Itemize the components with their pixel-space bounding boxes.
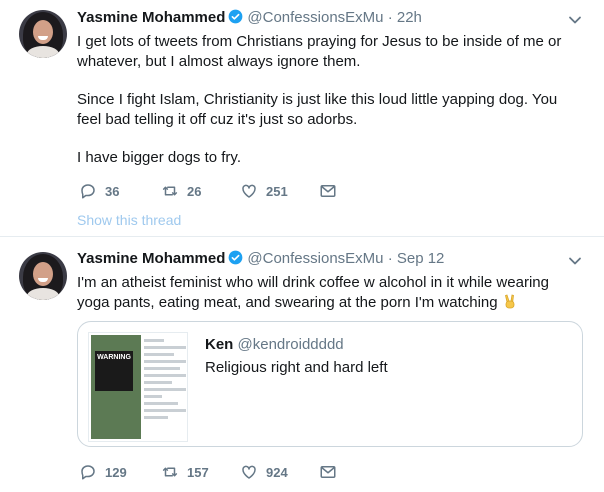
reply-button[interactable]: 129	[79, 463, 127, 481]
show-thread-link[interactable]: Show this thread	[77, 212, 181, 228]
direct-message-button[interactable]	[319, 182, 345, 200]
reply-button[interactable]: 36	[79, 182, 119, 200]
like-icon	[242, 184, 256, 198]
victory-hand-emoji	[504, 294, 515, 309]
separator: ·	[387, 9, 393, 26]
verified-badge-icon	[229, 9, 243, 24]
author-handle[interactable]: @ConfessionsExMu	[247, 9, 383, 26]
avatar[interactable]	[19, 10, 67, 58]
tweet-header: Yasmine Mohammed @ConfessionsExMu · 22h	[77, 8, 422, 28]
tweet-text: I get lots of tweets from Christians pra…	[77, 32, 577, 186]
tweet-paragraph: I get lots of tweets from Christians pra…	[77, 33, 562, 70]
like-icon	[242, 465, 256, 479]
quoted-author-handle: @kendroiddddd	[237, 336, 344, 353]
retweet-button[interactable]: 26	[161, 182, 201, 200]
image-sign-text: WARNING	[95, 351, 133, 391]
chevron-down-icon[interactable]	[568, 254, 582, 268]
tweet-header: Yasmine Mohammed @ConfessionsExMu · Sep 1…	[77, 249, 444, 269]
timestamp[interactable]: 22h	[397, 9, 422, 26]
separator: ·	[387, 250, 393, 267]
like-count: 251	[266, 183, 288, 199]
reply-icon	[81, 465, 95, 480]
like-count: 924	[266, 464, 288, 480]
tweet-text: I'm an atheist feminist who will drink c…	[77, 273, 577, 313]
quoted-tweet-image: WARNING	[88, 332, 188, 442]
verified-badge-icon	[229, 250, 243, 265]
direct-message-button[interactable]	[319, 463, 345, 481]
retweet-icon	[162, 186, 178, 196]
retweet-icon	[162, 467, 178, 477]
author-name[interactable]: Yasmine Mohammed	[77, 9, 225, 26]
timestamp[interactable]: Sep 12	[397, 250, 445, 267]
quoted-tweet[interactable]: WARNING Ken @kendroiddddd Religious righ…	[77, 321, 583, 447]
message-icon	[320, 185, 336, 197]
quoted-author-name: Ken	[205, 336, 234, 353]
message-icon	[320, 466, 336, 478]
tweet-paragraph: I have bigger dogs to fry.	[77, 149, 241, 166]
retweet-button[interactable]: 157	[161, 463, 209, 481]
retweet-count: 157	[187, 464, 209, 480]
author-handle[interactable]: @ConfessionsExMu	[247, 250, 383, 267]
quoted-tweet-header: Ken @kendroiddddd	[205, 336, 344, 353]
tweet-paragraph: I'm an atheist feminist who will drink c…	[77, 274, 549, 311]
like-button[interactable]: 924	[240, 463, 288, 481]
tweet[interactable]: Yasmine Mohammed @ConfessionsExMu · 22h I…	[0, 0, 604, 237]
quoted-tweet-text: Religious right and hard left	[205, 359, 388, 376]
tweet-paragraph: Since I fight Islam, Christianity is jus…	[77, 91, 558, 128]
reply-icon	[81, 184, 95, 199]
like-button[interactable]: 251	[240, 182, 288, 200]
reply-count: 36	[105, 183, 120, 199]
chevron-down-icon[interactable]	[568, 13, 582, 27]
retweet-count: 26	[187, 183, 202, 199]
reply-count: 129	[105, 464, 127, 480]
tweet[interactable]: Yasmine Mohammed @ConfessionsExMu · Sep 1…	[0, 238, 604, 492]
avatar[interactable]	[19, 252, 67, 300]
author-name[interactable]: Yasmine Mohammed	[77, 250, 225, 267]
